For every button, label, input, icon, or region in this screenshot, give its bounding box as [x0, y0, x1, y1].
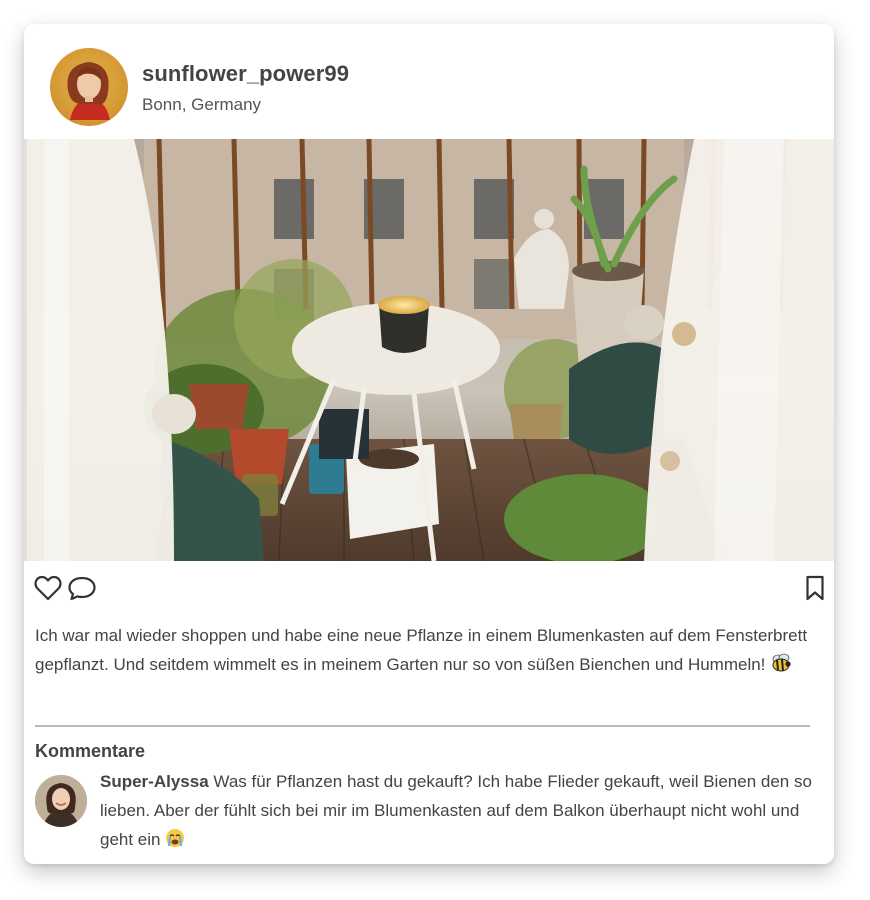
comment-avatar[interactable]	[35, 775, 87, 827]
bookmark-icon[interactable]	[799, 572, 831, 604]
caption-divider	[35, 725, 810, 727]
comment-icon[interactable]	[66, 572, 98, 604]
post-location[interactable]: Bonn, Germany	[142, 95, 261, 115]
post-photo[interactable]	[24, 139, 834, 561]
comment-author[interactable]: Super-Alyssa	[100, 772, 209, 791]
comments-heading: Kommentare	[35, 741, 146, 761]
crying-face-emoji-icon	[165, 828, 185, 857]
commenter-avatar-image	[35, 775, 87, 827]
author-avatar-image	[67, 62, 110, 120]
balcony-plants-image	[24, 139, 834, 561]
author-avatar[interactable]	[50, 48, 128, 126]
caption-text: Ich war mal wieder shoppen und habe eine…	[35, 626, 808, 674]
post-caption: Ich war mal wieder shoppen und habe eine…	[35, 622, 825, 682]
bee-emoji-icon	[770, 653, 792, 683]
post-actions	[24, 572, 834, 608]
post-card: sunflower_power99 Bonn, Germany Ich war …	[24, 24, 834, 864]
post-header: sunflower_power99 Bonn, Germany	[24, 24, 834, 139]
author-username[interactable]: sunflower_power99	[142, 61, 349, 87]
heart-icon[interactable]	[32, 572, 64, 604]
comment-item: Super-Alyssa Was für Pflanzen hast du ge…	[100, 767, 820, 857]
